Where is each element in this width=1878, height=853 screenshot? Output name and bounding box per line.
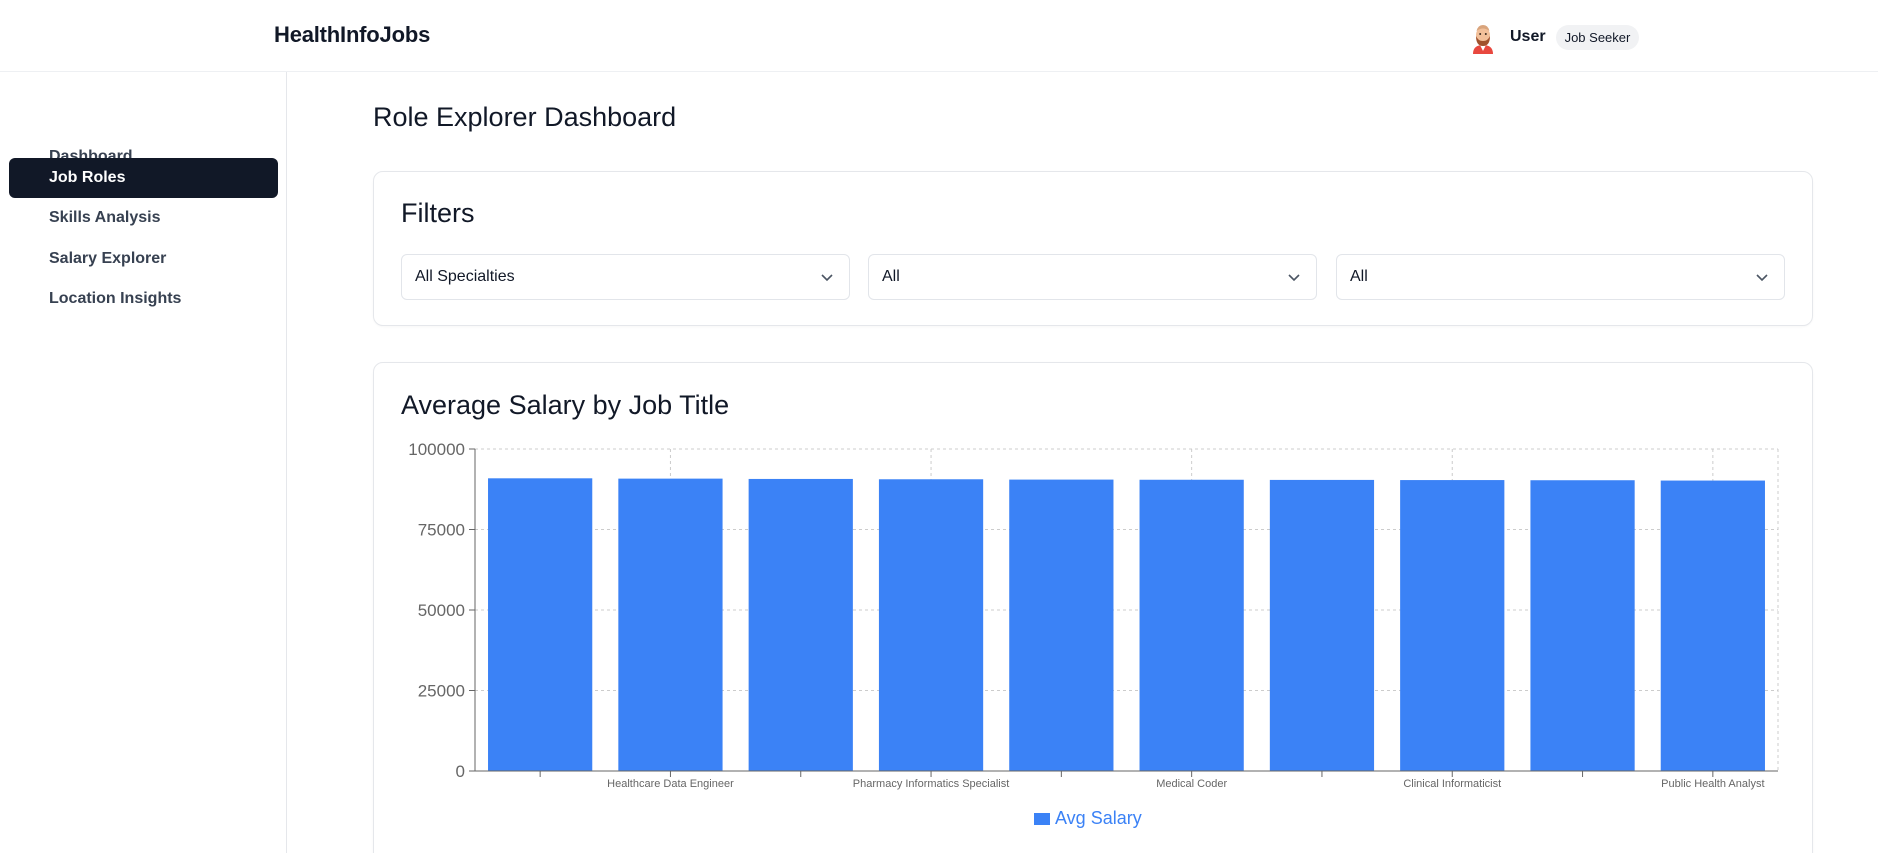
bar-5 (1139, 479, 1244, 771)
bar-3 (878, 479, 984, 771)
chart-legend[interactable]: Avg Salary (1034, 808, 1142, 829)
bar-1 (618, 478, 723, 771)
bar-8 (1530, 480, 1635, 771)
x-tick-label: Public Health Analyst (1661, 778, 1764, 790)
legend-label-avg-salary: Avg Salary (1055, 808, 1142, 828)
bar-7 (1400, 480, 1505, 771)
y-tick-label: 75000 (418, 521, 465, 540)
y-tick-label: 0 (456, 762, 465, 781)
x-tick-label: Pharmacy Informatics Specialist (853, 778, 1010, 790)
bar-2 (748, 478, 853, 771)
y-tick-label: 100000 (408, 440, 465, 459)
bar-6 (1269, 479, 1375, 771)
bar-4 (1009, 479, 1114, 771)
bar-9 (1660, 480, 1765, 771)
x-tick-label: Medical Coder (1156, 778, 1227, 790)
x-tick-label: Clinical Informaticist (1403, 778, 1501, 790)
salary-bar-chart: 0 25000 50000 75000 100000 Healthcare Data En… (408, 440, 1779, 790)
y-tick-label: 50000 (418, 601, 465, 620)
x-tick-label: Healthcare Data Engineer (607, 778, 734, 790)
legend-swatch (1034, 812, 1050, 825)
y-tick-label: 25000 (418, 682, 465, 701)
bar-0 (488, 478, 593, 771)
